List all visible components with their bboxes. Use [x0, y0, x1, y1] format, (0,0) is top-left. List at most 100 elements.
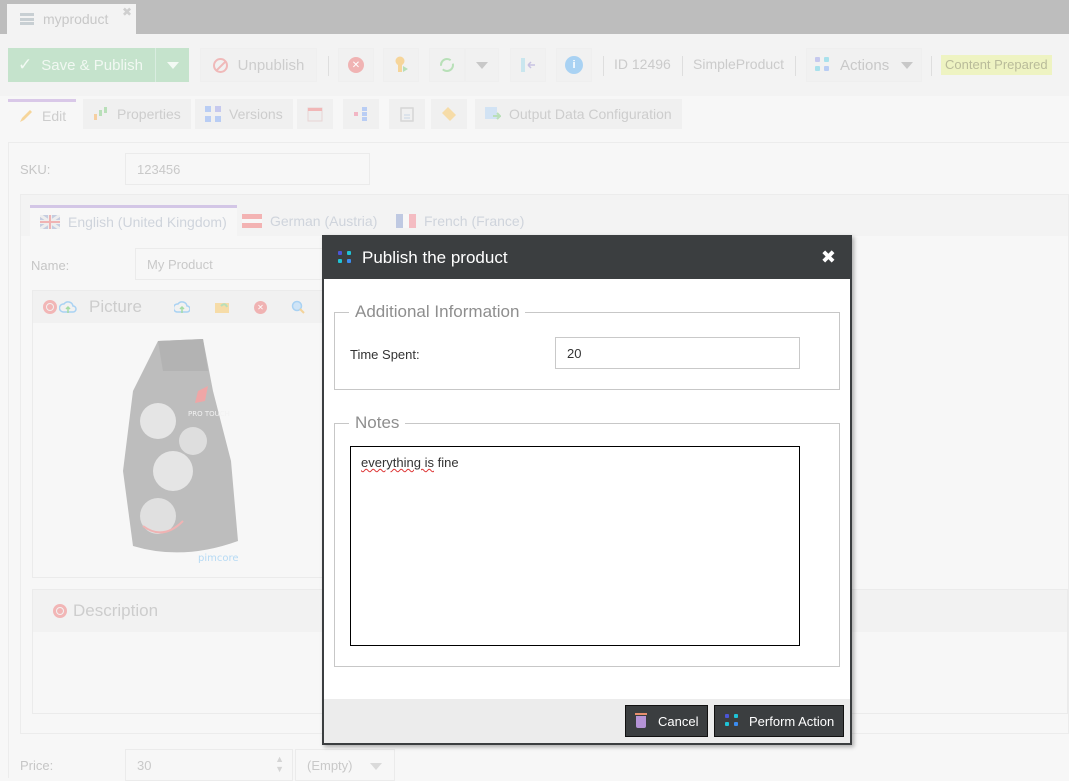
perform-action-label: Perform Action	[749, 713, 835, 729]
name-label: Name:	[31, 258, 70, 273]
delete-icon: ✕	[348, 57, 364, 73]
unpublish-button[interactable]: Unpublish	[200, 48, 317, 82]
name-input[interactable]: My Product	[135, 248, 335, 280]
time-spent-input[interactable]	[555, 337, 800, 369]
save-options-dropdown[interactable]	[155, 48, 189, 82]
object-class: SimpleProduct	[693, 56, 785, 72]
cancel-label: Cancel	[658, 713, 699, 729]
workflow-icon	[815, 57, 831, 73]
required-target-icon	[43, 300, 57, 314]
tab-versions[interactable]: Versions	[195, 99, 293, 129]
versions-icon	[205, 106, 221, 122]
toolbar-divider	[682, 56, 683, 76]
clear-image-icon[interactable]: ✕	[253, 300, 267, 314]
flag-austria-icon	[242, 213, 262, 228]
tab-edit-label: Edit	[42, 107, 67, 124]
workflow-icon	[725, 714, 739, 728]
lang-tab-label: French (France)	[424, 212, 525, 229]
chevron-down-icon	[370, 763, 382, 770]
perform-action-button[interactable]: Perform Action	[714, 705, 844, 737]
toolbar-divider	[328, 56, 329, 76]
info-icon: i	[565, 56, 583, 74]
time-spent-label: Time Spent:	[350, 347, 420, 362]
tab-schedule[interactable]	[297, 99, 333, 129]
sku-label: SKU:	[20, 162, 51, 177]
lang-tab-en-gb[interactable]: English (United Kingdom)	[30, 205, 237, 236]
object-subtabs: Edit Properties Versions Output Data Con…	[0, 96, 1069, 130]
key-icon	[395, 56, 408, 72]
spinner-arrows-icon[interactable]: ▲ ▼	[275, 754, 284, 774]
clipboard-icon	[400, 107, 414, 122]
reload-button[interactable]	[429, 48, 465, 82]
tab-properties-label: Properties	[117, 106, 181, 122]
notes-text: fine	[433, 455, 459, 470]
price-value: 30	[137, 758, 152, 773]
price-label: Price:	[20, 758, 54, 773]
sku-input[interactable]: 123456	[125, 153, 370, 185]
workflow-icon	[338, 251, 352, 265]
chevron-down-icon	[166, 61, 179, 69]
delete-button[interactable]: ✕	[338, 48, 374, 82]
toolbar-divider	[795, 56, 796, 76]
object-icon	[20, 13, 34, 25]
notes-textarea[interactable]: everything is fine	[350, 446, 800, 646]
tab-versions-label: Versions	[229, 106, 283, 122]
show-in-tree-button[interactable]	[510, 48, 546, 82]
picture-field-panel: Picture ✕ PRO TOUCH pimcore	[32, 290, 352, 578]
actions-label: Actions	[840, 56, 890, 74]
flag-uk-icon	[40, 215, 60, 229]
tab-notes-events[interactable]	[389, 99, 425, 129]
dialog-title: Publish the product	[362, 248, 508, 267]
unpublish-label: Unpublish	[237, 56, 305, 74]
dialog-header: Publish the product ✖	[324, 237, 850, 279]
reveal-in-tree-icon	[521, 58, 535, 72]
open-folder-icon[interactable]	[214, 300, 230, 314]
tab-edit[interactable]: Edit	[8, 99, 77, 129]
tab-tags[interactable]	[431, 99, 467, 129]
lang-tab-label: German (Austria)	[270, 212, 378, 229]
notes-legend: Notes	[355, 413, 400, 432]
product-image: PRO TOUCH pimcore	[123, 339, 239, 564]
tab-properties[interactable]: Properties	[83, 99, 191, 129]
save-publish-button[interactable]: ✓ Save & Publish	[8, 48, 155, 82]
svg-text:PRO TOUCH: PRO TOUCH	[188, 410, 230, 418]
price-unit-select[interactable]: (Empty)	[295, 749, 395, 781]
unit-value: (Empty)	[307, 758, 353, 773]
search-icon[interactable]	[291, 300, 305, 314]
chevron-down-icon	[901, 61, 914, 69]
additional-information-legend: Additional Information	[355, 302, 520, 321]
object-id: ID 12496	[614, 56, 671, 72]
reload-options-dropdown[interactable]	[465, 48, 499, 82]
toolbar-divider	[603, 56, 604, 76]
workflow-actions-button[interactable]: Actions	[806, 48, 922, 82]
workflow-action-dialog: Publish the product ✖ Additional Informa…	[322, 235, 852, 745]
close-icon[interactable]: ✖	[122, 5, 132, 19]
toolbar-divider	[931, 56, 932, 76]
close-icon[interactable]: ✖	[821, 247, 836, 268]
tab-dependencies[interactable]	[343, 99, 379, 129]
picture-label: Picture	[89, 297, 142, 316]
required-target-icon	[53, 604, 67, 618]
picture-header: Picture ✕	[33, 291, 351, 323]
flag-france-icon	[396, 213, 416, 228]
cancel-button[interactable]: Cancel	[625, 705, 708, 737]
upload-image-icon[interactable]	[173, 300, 190, 314]
chevron-down-icon	[476, 61, 488, 69]
ban-icon	[212, 57, 228, 73]
info-button[interactable]: i	[556, 48, 592, 82]
price-input[interactable]: 30 ▲ ▼	[125, 749, 293, 781]
check-icon: ✓	[18, 55, 33, 74]
permissions-button[interactable]	[383, 48, 419, 82]
document-tab-strip: myproduct ✖	[0, 0, 1069, 34]
lang-tab-de-at[interactable]: German (Austria)	[232, 205, 387, 236]
workflow-status-badge: Content Prepared	[941, 55, 1052, 75]
reload-icon	[440, 58, 454, 72]
tab-output-data-configuration[interactable]: Output Data Configuration	[475, 99, 682, 129]
document-tab-myproduct[interactable]: myproduct ✖	[7, 4, 136, 34]
dialog-footer: Cancel Perform Action	[324, 699, 850, 743]
tab-output-data-label: Output Data Configuration	[509, 106, 672, 122]
lang-tab-fr-fr[interactable]: French (France)	[386, 205, 534, 236]
properties-icon	[94, 107, 107, 120]
document-tab-label: myproduct	[43, 11, 109, 27]
description-label: Description	[73, 601, 159, 620]
